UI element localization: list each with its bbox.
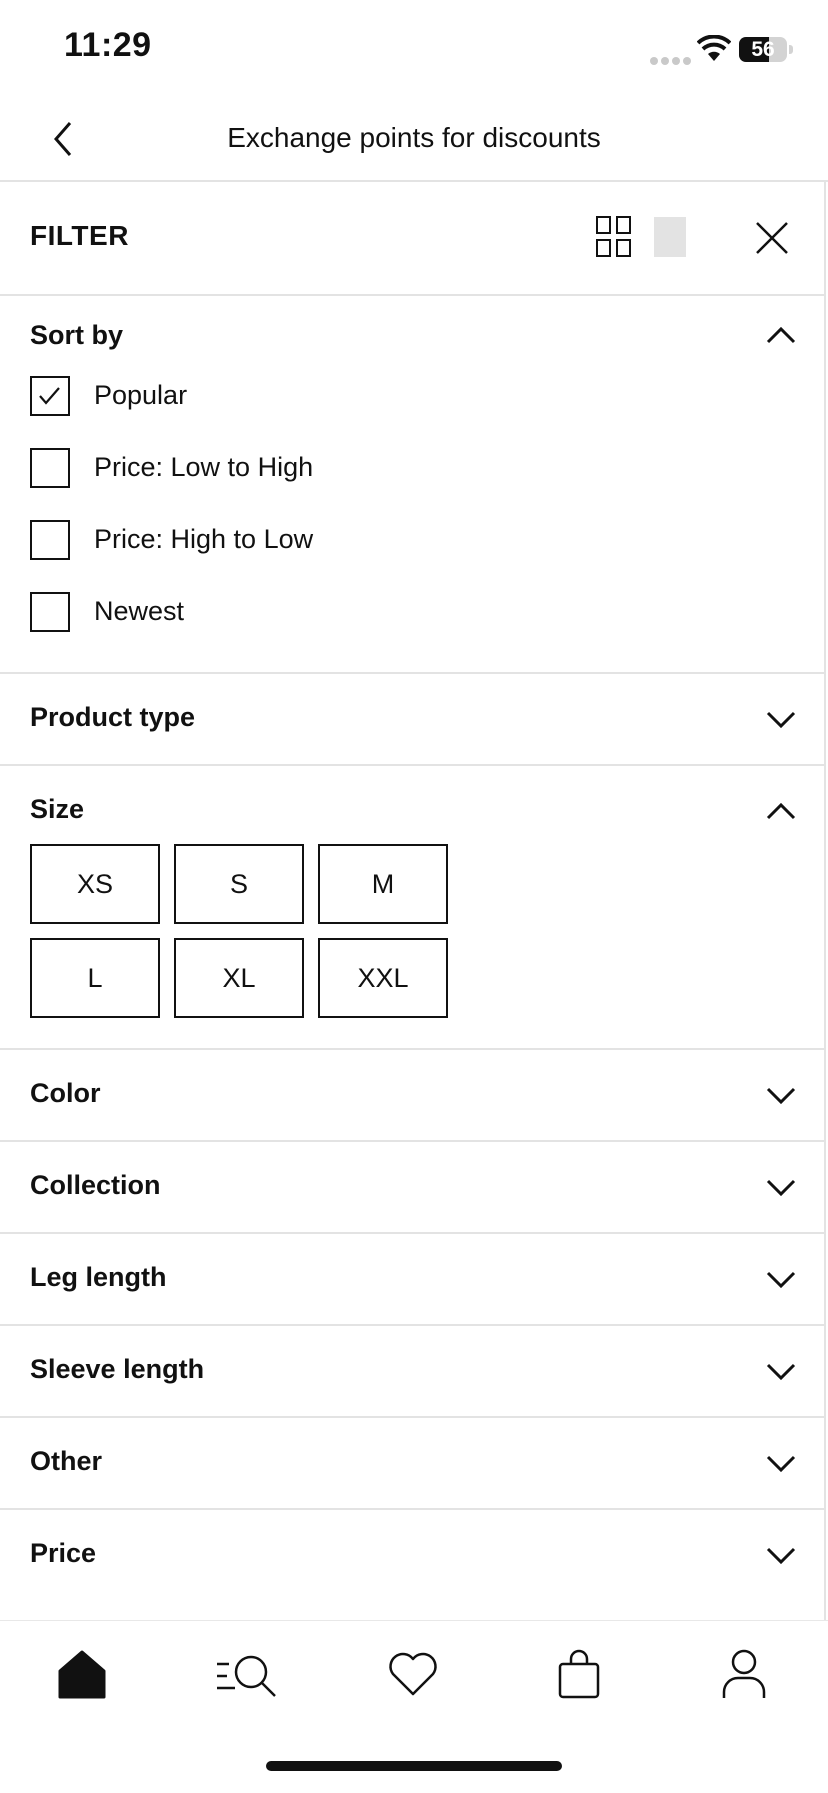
search-catalog-icon <box>217 1655 276 1697</box>
size-header[interactable]: Size <box>0 766 824 844</box>
section-title: Collection <box>30 1170 161 1200</box>
sort-option-newest[interactable]: Newest <box>0 588 824 660</box>
price-section: Price <box>0 1510 824 1600</box>
chevron-down-icon <box>766 1363 796 1381</box>
filter-title: FILTER <box>30 220 129 251</box>
color-header[interactable]: Color <box>0 1050 824 1140</box>
filter-panel: FILTER Sort by Popular Price: Low to Hig… <box>0 180 826 1620</box>
filter-header: FILTER <box>0 180 824 296</box>
section-title: Product type <box>30 702 196 732</box>
section-title: Price <box>30 1538 97 1568</box>
size-option-xxl[interactable]: XXL <box>318 938 448 1018</box>
sort-header[interactable]: Sort by <box>0 296 824 372</box>
checkbox[interactable] <box>30 592 70 632</box>
sort-option-price-high-low[interactable]: Price: High to Low <box>0 516 824 588</box>
size-option-l[interactable]: L <box>30 938 160 1018</box>
heart-icon <box>389 1652 437 1696</box>
other-header[interactable]: Other <box>0 1418 824 1508</box>
sleeve-length-header[interactable]: Sleeve length <box>0 1326 824 1416</box>
wifi-icon <box>697 35 731 61</box>
chevron-down-icon <box>766 1087 796 1105</box>
page-title: Exchange points for discounts <box>227 122 601 153</box>
product-type-section: Product type <box>0 674 824 766</box>
tab-profile[interactable] <box>709 1639 779 1709</box>
collection-section: Collection <box>0 1142 824 1234</box>
nav-header: Exchange points for discounts <box>0 100 828 182</box>
home-indicator <box>266 1761 562 1771</box>
sort-title: Sort by <box>30 320 124 350</box>
leg-length-section: Leg length <box>0 1234 824 1326</box>
tab-bar <box>0 1620 828 1793</box>
sort-section: Sort by Popular Price: Low to High Price… <box>0 296 824 674</box>
leg-length-header[interactable]: Leg length <box>0 1234 824 1324</box>
close-icon[interactable] <box>754 220 790 256</box>
chevron-up-icon <box>766 802 796 820</box>
status-time: 11:29 <box>64 26 152 64</box>
sort-option-label: Newest <box>94 596 185 626</box>
size-option-s[interactable]: S <box>174 844 304 924</box>
chevron-down-icon <box>766 1455 796 1473</box>
size-grid: XS S M L XL XXL <box>0 844 450 1048</box>
cellular-signal-icon <box>650 52 694 70</box>
collection-header[interactable]: Collection <box>0 1142 824 1232</box>
checkbox[interactable] <box>30 520 70 560</box>
chevron-down-icon <box>766 711 796 729</box>
other-section: Other <box>0 1418 824 1510</box>
sort-option-label: Popular <box>94 380 188 410</box>
section-title: Other <box>30 1446 103 1476</box>
size-option-m[interactable]: M <box>318 844 448 924</box>
chevron-up-icon <box>766 326 796 344</box>
checkbox[interactable] <box>30 448 70 488</box>
color-section: Color <box>0 1050 824 1142</box>
section-title: Leg length <box>30 1262 167 1292</box>
grid-view-icon[interactable] <box>596 216 632 258</box>
tab-search[interactable] <box>212 1639 282 1709</box>
checkmark-icon <box>39 387 60 405</box>
product-type-header[interactable]: Product type <box>0 674 824 764</box>
sort-option-label: Price: Low to High <box>94 452 314 482</box>
battery-tip <box>789 45 793 54</box>
shopping-bag-icon <box>558 1649 600 1699</box>
sleeve-length-section: Sleeve length <box>0 1326 824 1418</box>
section-title: Sleeve length <box>30 1354 205 1384</box>
price-header[interactable]: Price <box>0 1510 824 1600</box>
chevron-down-icon <box>766 1179 796 1197</box>
chevron-down-icon <box>766 1547 796 1565</box>
size-option-xs[interactable]: XS <box>30 844 160 924</box>
checkbox-checked[interactable] <box>30 376 70 416</box>
profile-icon <box>722 1649 766 1698</box>
battery-icon: 56 <box>739 37 787 62</box>
chevron-down-icon <box>766 1271 796 1289</box>
size-section: Size XS S M L XL XXL <box>0 766 824 1050</box>
sort-option-label: Price: High to Low <box>94 524 314 554</box>
tab-bag[interactable] <box>544 1639 614 1709</box>
size-option-xl[interactable]: XL <box>174 938 304 1018</box>
single-view-icon[interactable] <box>654 217 686 257</box>
section-title: Color <box>30 1078 101 1108</box>
battery-level: 56 <box>751 38 775 61</box>
section-title: Size <box>30 794 85 824</box>
status-bar: 11:29 56 <box>0 0 828 100</box>
tab-home[interactable] <box>47 1639 117 1709</box>
tab-favorites[interactable] <box>378 1639 448 1709</box>
sort-option-price-low-high[interactable]: Price: Low to High <box>0 444 824 516</box>
sort-option-popular[interactable]: Popular <box>0 372 824 444</box>
home-icon <box>58 1650 106 1699</box>
